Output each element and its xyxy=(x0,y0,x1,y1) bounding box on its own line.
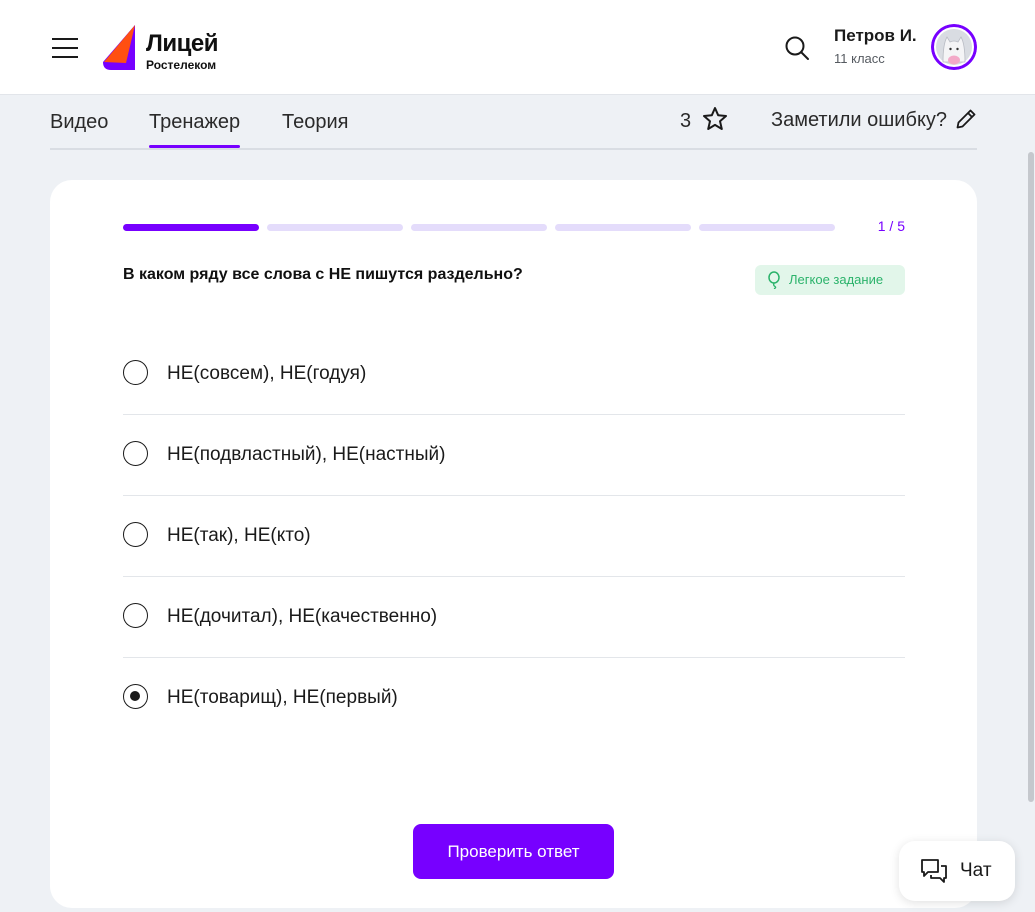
progress-segment xyxy=(123,224,259,231)
tabs-bar: Видео Тренажер Теория 3 Заметили ошибку? xyxy=(50,94,977,150)
radio-button[interactable] xyxy=(123,522,148,547)
progress-segment xyxy=(267,224,403,231)
logo[interactable]: Лицей Ростелеком xyxy=(102,24,232,72)
balloon-icon xyxy=(768,271,780,289)
tab-video[interactable]: Видео xyxy=(50,111,108,147)
radio-button-selected[interactable] xyxy=(123,684,148,709)
answer-options: НЕ(совсем), НЕ(годуя) НЕ(подвластный), Н… xyxy=(123,334,905,738)
radio-button[interactable] xyxy=(123,360,148,385)
tab-trainer[interactable]: Тренажер xyxy=(149,111,241,148)
progress-count: 1 / 5 xyxy=(877,218,905,234)
chat-button[interactable]: Чат xyxy=(899,841,1015,901)
progress-segment xyxy=(555,224,691,231)
logo-mark xyxy=(103,25,135,70)
top-header: Лицей Ростелеком Петров И. 11 класс xyxy=(0,0,1035,95)
answer-option[interactable]: НЕ(подвластный), НЕ(настный) xyxy=(123,415,905,496)
answer-option[interactable]: НЕ(так), НЕ(кто) xyxy=(123,496,905,577)
answer-option-label: НЕ(подвластный), НЕ(настный) xyxy=(167,444,446,465)
answer-option-label: НЕ(дочитал), НЕ(качественно) xyxy=(167,606,438,627)
user-class: 11 класс xyxy=(834,51,885,66)
progress-segment xyxy=(699,224,835,231)
logo-subtitle: Ростелеком xyxy=(146,58,217,72)
tab-theory[interactable]: Теория xyxy=(282,111,348,147)
user-name[interactable]: Петров И. xyxy=(834,26,917,46)
logo-title: Лицей xyxy=(146,30,218,57)
radio-button[interactable] xyxy=(123,603,148,628)
scrollbar[interactable] xyxy=(1028,152,1034,802)
star-icon[interactable] xyxy=(702,106,728,132)
avatar[interactable] xyxy=(931,24,977,70)
report-error-link[interactable]: Заметили ошибку? xyxy=(771,109,947,132)
answer-option-label: НЕ(товарищ), НЕ(первый) xyxy=(167,687,398,708)
answer-option[interactable]: НЕ(товарищ), НЕ(первый) xyxy=(123,658,905,738)
task-card: 1 / 5 В каком ряду все слова с НЕ пишутс… xyxy=(50,180,977,908)
answer-option-label: НЕ(совсем), НЕ(годуя) xyxy=(167,363,367,384)
chat-label: Чат xyxy=(960,860,992,881)
chat-icon xyxy=(921,859,947,883)
answer-option-label: НЕ(так), НЕ(кто) xyxy=(167,525,311,546)
menu-icon[interactable] xyxy=(52,38,78,58)
answer-option[interactable]: НЕ(дочитал), НЕ(качественно) xyxy=(123,577,905,658)
progress-bar xyxy=(123,224,836,231)
difficulty-label: Легкое задание xyxy=(789,272,884,287)
search-icon[interactable] xyxy=(784,35,810,61)
radio-dot xyxy=(130,691,140,701)
radio-button[interactable] xyxy=(123,441,148,466)
question-text: В каком ряду все слова с НЕ пишутся разд… xyxy=(123,266,523,283)
answer-option[interactable]: НЕ(совсем), НЕ(годуя) xyxy=(123,334,905,415)
stars-count: 3 xyxy=(680,110,692,132)
difficulty-badge: Легкое задание xyxy=(755,265,905,295)
check-answer-button[interactable]: Проверить ответ xyxy=(413,824,614,879)
pencil-icon[interactable] xyxy=(955,108,977,130)
progress-segment xyxy=(411,224,547,231)
